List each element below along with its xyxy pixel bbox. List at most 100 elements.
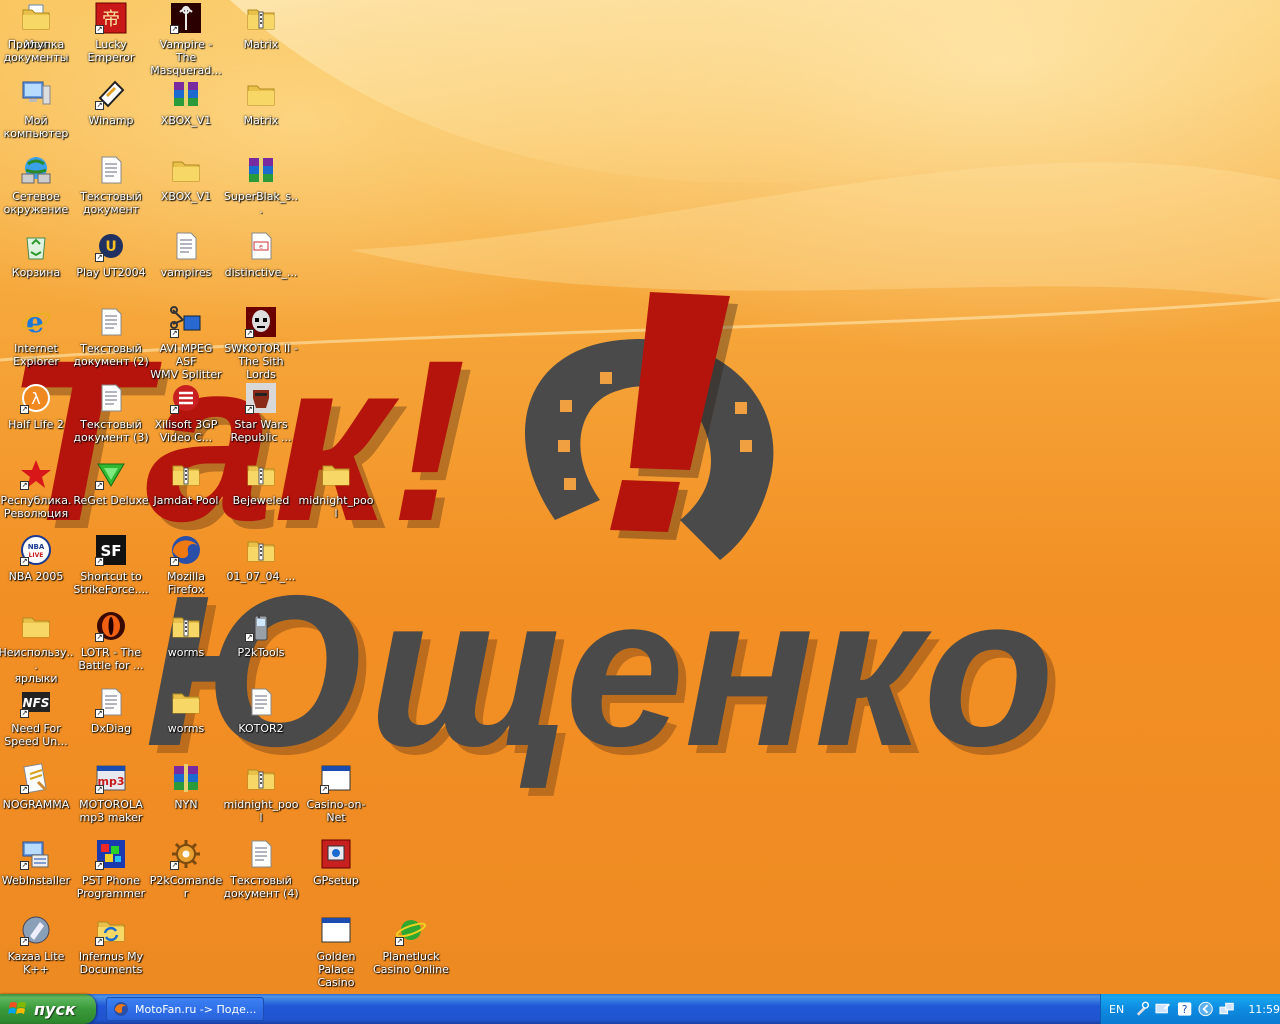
desktop-icon-firefox[interactable]: ↗ Mozilla Firefox — [148, 534, 224, 596]
desktop-icon-play-ut2004[interactable]: U ↗ Play UT2004 — [73, 230, 149, 279]
folder-icon — [320, 458, 352, 490]
desktop-icon-motorola-mp3[interactable]: mp3 ↗ MOTOROLA mp3 maker — [73, 762, 149, 824]
desktop-icon-golden-palace[interactable]: Golden Palace Casino — [298, 914, 374, 989]
desktop-icon-avi-splitter[interactable]: ↗ AVI MPEG ASF WMV Splitter — [148, 306, 224, 381]
help-icon[interactable]: ? — [1177, 1001, 1192, 1017]
desktop-icon-label: Текстовый документ (3) — [73, 418, 149, 444]
desktop-icon-xilisoft[interactable]: ↗ Xilisoft 3GP Video C... — [148, 382, 224, 444]
desktop-icon-winamp[interactable]: ↗ Winamp — [73, 78, 149, 127]
windows-flag-icon — [8, 1002, 26, 1014]
language-indicator[interactable]: EN — [1109, 1003, 1128, 1016]
svg-text:LIVE: LIVE — [29, 552, 44, 559]
nogramma-icon: ↗ — [20, 762, 52, 794]
desktop-icon-vampires[interactable]: vampires — [148, 230, 224, 279]
desktop-icon-reget[interactable]: ↗ ReGet Deluxe — [73, 458, 149, 507]
pst-phone-icon: ↗ — [95, 838, 127, 870]
desktop-icon-label: Star Wars Republic ... — [230, 418, 292, 444]
desktop-icon-strikeforce[interactable]: SF ↗ Shortcut to StrikeForce.... — [73, 534, 149, 596]
desktop-icon-label: midnight_pool — [298, 494, 374, 520]
desktop-icon-setevoe[interactable]: Сетевое окружение — [0, 154, 74, 216]
desktop-icon-label: Текстовый документ (4) — [223, 874, 299, 900]
desktop-icon-half-life-2[interactable]: λ ↗ Half Life 2 — [0, 382, 74, 431]
network-tray-icon[interactable] — [1219, 1001, 1234, 1017]
desktop-icon-label: SWKOTOR II - The Sith Lords — [224, 342, 298, 381]
desktop-icon-dxdiag[interactable]: ↗ DxDiag — [73, 686, 149, 735]
desktop-icon-distinctive[interactable]: e distinctive_... — [223, 230, 299, 279]
desktop-icon-label: XBOX_V1 — [160, 114, 212, 127]
desktop-icon-txt-doc-3[interactable]: Текстовый документ (3) — [73, 382, 149, 444]
shortcut-arrow-icon: ↗ — [95, 101, 104, 110]
desktop-icon-gpsetup[interactable]: GPsetup — [298, 838, 374, 887]
desktop-icon-worms-folder[interactable]: worms — [148, 686, 224, 735]
desktop[interactable]: Так! Так! Ющенко Ющенко Мои документы Мой… — [0, 0, 1280, 994]
desktop-icon-infernus[interactable]: ↗ Infernus My Documents — [73, 914, 149, 976]
text-document-icon — [245, 686, 277, 718]
desktop-icon-p2ktools[interactable]: ↗ P2kTools — [223, 610, 299, 659]
desktop-icon-txt-doc[interactable]: Текстовый документ — [73, 154, 149, 216]
desktop-icon-label: Lucky Emperor — [87, 38, 135, 64]
desktop-icon-superblak[interactable]: SuperBlak_s... — [223, 154, 299, 216]
desktop-icon-planetluck[interactable]: ↗ Planetluck Casino Online — [373, 914, 449, 976]
xilisoft-icon: ↗ — [170, 382, 202, 414]
desktop-icon-lotr[interactable]: ↗ LOTR - The Battle for ... — [73, 610, 149, 672]
desktop-icon-neispolz[interactable]: Неиспользу... ярлыки — [0, 610, 74, 685]
desktop-icon-ie[interactable]: e Internet Explorer — [0, 306, 74, 368]
winrar-icon — [245, 154, 277, 186]
desktop-icon-p2kcomander[interactable]: ↗ P2kComander — [148, 838, 224, 900]
start-button[interactable]: пуск — [0, 994, 96, 1024]
chevron-left-icon[interactable] — [1198, 1001, 1213, 1017]
strikeforce-icon: SF ↗ — [95, 534, 127, 566]
desktop-icon-matrix-folder[interactable]: Matrix — [223, 78, 299, 127]
clock[interactable]: 11:59 — [1248, 1003, 1280, 1016]
svg-text:帝: 帝 — [102, 9, 120, 30]
firefox-icon: ↗ — [170, 534, 202, 566]
desktop-icon-txt-doc-2[interactable]: Текстовый документ (2) — [73, 306, 149, 368]
desktop-icon-casino-on-net[interactable]: ↗ Casino-on-Net — [298, 762, 374, 824]
desktop-icon-midnight-pool-zip[interactable]: midnight_pool — [223, 762, 299, 824]
folder-icon — [20, 610, 52, 642]
desktop-icon-moi-kompyuter[interactable]: Мой компьютер — [0, 78, 74, 140]
desktop-icon-webinstaller[interactable]: ↗ WebInstaller — [0, 838, 74, 887]
folder-icon — [170, 686, 202, 718]
desktop-icon-nogramma[interactable]: ↗ NOGRAMMA — [0, 762, 74, 811]
desktop-icon-star-wars[interactable]: ↗ Star Wars Republic ... — [223, 382, 299, 444]
desktop-icon-matrix-zip[interactable]: Matrix — [223, 2, 299, 51]
desktop-icon-label: Прилупка — [7, 38, 65, 51]
shortcut-arrow-icon: ↗ — [245, 633, 254, 642]
desktop-icon-respublika[interactable]: ↗ Республика. Революция — [0, 458, 74, 520]
desktop-icon-vampire[interactable]: ↗ Vampire - The Masquerad... — [148, 2, 224, 77]
desktop-icon-prilupka[interactable]: Прилупка — [0, 2, 74, 51]
desktop-icon-jamdat[interactable]: Jamdat Pool — [148, 458, 224, 507]
desktop-icon-swkotor2[interactable]: ↗ SWKOTOR II - The Sith Lords — [223, 306, 299, 381]
tool-icon[interactable] — [1134, 1001, 1150, 1017]
desktop-icon-label: distinctive_... — [224, 266, 298, 279]
shortcut-arrow-icon: ↗ — [20, 861, 29, 870]
desktop-icon-worms-zip[interactable]: worms — [148, 610, 224, 659]
desktop-icon-nfs[interactable]: NFS ↗ Need For Speed Un... — [0, 686, 74, 748]
taskbar-window-button-motofan[interactable]: MotoFan.ru -> Поде... — [106, 997, 264, 1021]
desktop-icon-label: Jamdat Pool — [153, 494, 219, 507]
nfs-icon: NFS ↗ — [20, 686, 52, 718]
shortcut-arrow-icon: ↗ — [245, 329, 254, 338]
desktop-icon-xbox-v1-rar[interactable]: XBOX_V1 — [148, 78, 224, 127]
desktop-icon-kotor2[interactable]: KOTOR2 — [223, 686, 299, 735]
desktop-icon-nba-2005[interactable]: NBA LIVE ↗ NBA 2005 — [0, 534, 74, 583]
desktop-icon-label: NBA 2005 — [8, 570, 64, 583]
desktop-icon-txt-doc-4[interactable]: Текстовый документ (4) — [223, 838, 299, 900]
desktop-icon-01-07-04[interactable]: 01_07_04_... — [223, 534, 299, 583]
desktop-icon-kazaa[interactable]: ↗ Kazaa Lite K++ — [0, 914, 74, 976]
desktop-icon-label: GPsetup — [313, 874, 359, 887]
display-icon[interactable] — [1155, 1001, 1171, 1017]
desktop-icon-label: Casino-on-Net — [306, 798, 366, 824]
desktop-icon-bejeweled[interactable]: Bejeweled — [223, 458, 299, 507]
desktop-icon-label: AVI MPEG ASF WMV Splitter — [150, 342, 222, 381]
gpsetup-icon — [320, 838, 352, 870]
desktop-icon-midnight-pool-folder[interactable]: midnight_pool — [298, 458, 374, 520]
desktop-icon-korzina[interactable]: Корзина — [0, 230, 74, 279]
desktop-icon-xbox-v1-folder[interactable]: XBOX_V1 — [148, 154, 224, 203]
desktop-icon-lucky-emperor[interactable]: 帝 ↗ Lucky Emperor — [73, 2, 149, 64]
desktop-icon-pst-phone[interactable]: ↗ PST Phone Programmer — [73, 838, 149, 900]
text-document-icon — [95, 154, 127, 186]
desktop-icon-nyn[interactable]: NYN — [148, 762, 224, 811]
desktop-icon-label: Need For Speed Un... — [4, 722, 68, 748]
